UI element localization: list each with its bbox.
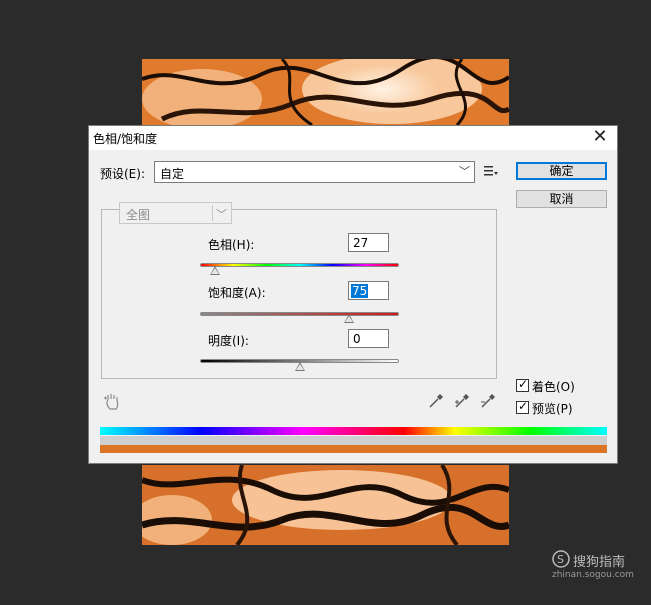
ok-button[interactable]: 确定 bbox=[516, 162, 607, 180]
lightness-slider-thumb[interactable] bbox=[294, 362, 305, 371]
watermark-brand: 搜狗指南 bbox=[573, 555, 626, 570]
spectrum-gap bbox=[100, 436, 607, 445]
close-icon[interactable]: ✕ bbox=[589, 127, 611, 149]
lightness-label: 明度(I): bbox=[208, 334, 249, 348]
saturation-value: 75 bbox=[351, 284, 369, 298]
chevron-down-icon: ﹀ bbox=[216, 208, 227, 221]
hue-slider-track[interactable] bbox=[200, 263, 399, 267]
eyedropper-plus-icon[interactable] bbox=[453, 392, 471, 410]
result-color-bar bbox=[100, 445, 607, 453]
channel-value: 全图 bbox=[126, 208, 151, 222]
preview-label: 预览(P) bbox=[532, 402, 573, 416]
saturation-slider-track[interactable] bbox=[200, 312, 399, 316]
preview-checkbox[interactable] bbox=[516, 399, 529, 414]
preset-label: 预设(E): bbox=[100, 167, 145, 181]
eyedropper-icon[interactable] bbox=[427, 392, 445, 410]
saturation-slider-thumb[interactable] bbox=[344, 314, 355, 323]
watermark-url: zhinan.sogou.com bbox=[552, 570, 634, 580]
adjustment-group bbox=[101, 209, 497, 379]
channel-divider bbox=[212, 205, 213, 221]
hue-label: 色相(H): bbox=[208, 238, 255, 252]
channel-select[interactable]: 全图 ﹀ bbox=[119, 202, 232, 224]
preset-select[interactable]: 自定 ﹀ bbox=[154, 161, 475, 183]
hue-value: 27 bbox=[353, 236, 369, 250]
dialog-title: 色相/饱和度 bbox=[93, 132, 158, 146]
preset-value: 自定 bbox=[160, 167, 185, 181]
lightness-value: 0 bbox=[353, 332, 361, 346]
canvas-image-top bbox=[142, 59, 509, 125]
lightness-input[interactable]: 0 bbox=[348, 329, 389, 348]
hand-target-icon[interactable] bbox=[103, 392, 123, 412]
preset-options-icon[interactable] bbox=[484, 165, 498, 177]
hue-input[interactable]: 27 bbox=[348, 233, 389, 252]
title-bar: 色相/饱和度 ✕ bbox=[89, 126, 617, 150]
colorize-checkbox[interactable] bbox=[516, 377, 529, 392]
colorize-label: 着色(O) bbox=[532, 380, 575, 394]
saturation-input[interactable]: 75 bbox=[348, 281, 389, 300]
saturation-label: 饱和度(A): bbox=[208, 286, 266, 300]
input-spectrum-bar bbox=[100, 427, 607, 435]
chevron-down-icon: ﹀ bbox=[459, 165, 470, 178]
hue-saturation-dialog: 色相/饱和度 ✕ 预设(E): 自定 ﹀ 确定 取消 全图 ﹀ 色相(H): 2… bbox=[88, 125, 618, 464]
eyedropper-minus-icon[interactable] bbox=[479, 392, 497, 410]
cancel-button[interactable]: 取消 bbox=[516, 190, 607, 208]
sogou-logo-icon: S bbox=[552, 550, 570, 568]
svg-text:S: S bbox=[557, 553, 564, 566]
hue-slider-thumb[interactable] bbox=[209, 266, 220, 275]
canvas-image-bottom bbox=[142, 465, 509, 545]
